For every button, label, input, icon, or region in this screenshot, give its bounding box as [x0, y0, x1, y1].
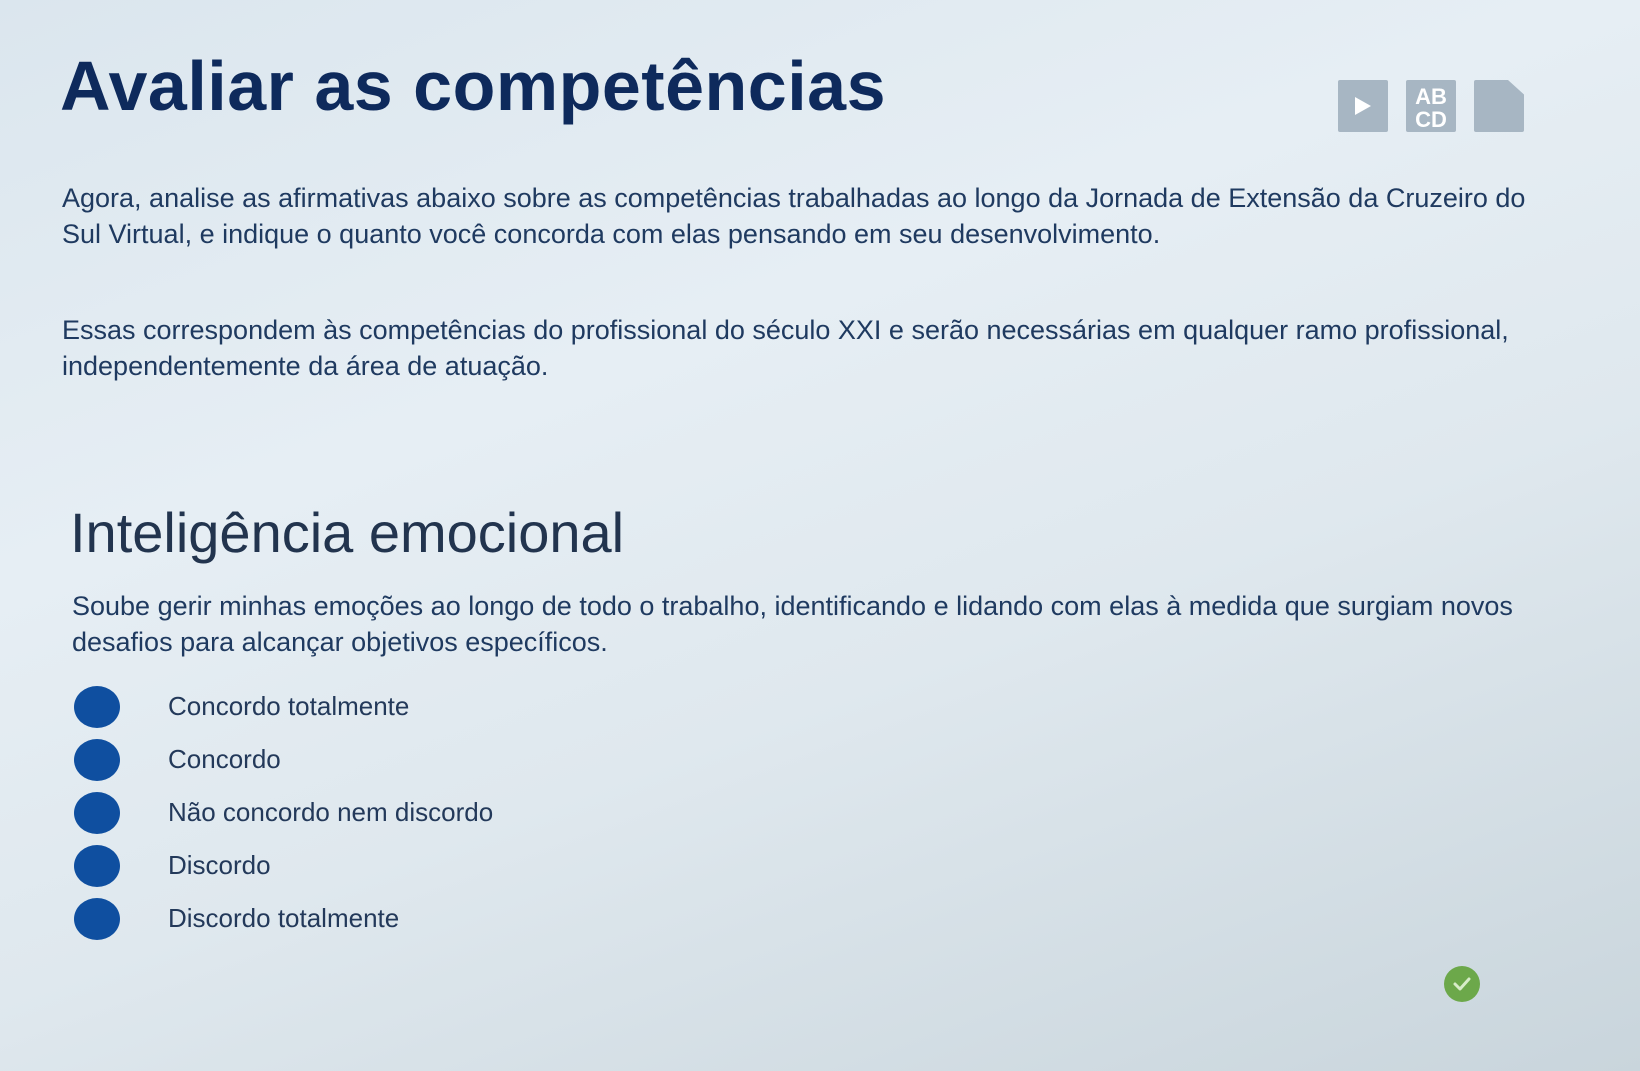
option-label: Não concordo nem discordo — [168, 797, 494, 827]
abcd-line1: AB — [1415, 84, 1447, 109]
answer-options: Concordo totalmente Concordo Não concord… — [74, 680, 493, 945]
check-icon — [1444, 966, 1480, 1002]
play-button[interactable] — [1338, 80, 1388, 132]
option-label: Concordo totalmente — [168, 691, 410, 721]
radio-button[interactable] — [74, 738, 120, 781]
option-discordo-totalmente[interactable]: Discordo totalmente — [74, 892, 493, 945]
intro-paragraph-2: Essas correspondem às competências do pr… — [62, 315, 1509, 381]
question-text: Soube gerir minhas emoções ao longo de t… — [72, 591, 1513, 657]
radio-button[interactable] — [74, 685, 120, 728]
radio-button[interactable] — [74, 844, 120, 887]
radio-button[interactable] — [74, 791, 120, 834]
option-concordo-totalmente[interactable]: Concordo totalmente — [74, 680, 493, 733]
option-concordo[interactable]: Concordo — [74, 733, 493, 786]
option-label: Discordo totalmente — [168, 903, 400, 933]
option-label: Concordo — [168, 744, 281, 774]
abcd-button[interactable]: AB CD — [1406, 80, 1456, 132]
intro-paragraph-1: Agora, analise as afirmativas abaixo sob… — [62, 183, 1526, 249]
option-label: Discordo — [168, 850, 271, 880]
section-title: Inteligência emocional — [70, 501, 625, 564]
toolbar: AB CD — [1338, 80, 1524, 132]
option-neutro[interactable]: Não concordo nem discordo — [74, 786, 493, 839]
document-button[interactable] — [1474, 80, 1524, 132]
option-discordo[interactable]: Discordo — [74, 839, 493, 892]
play-icon — [1355, 97, 1371, 115]
abcd-icon: AB CD — [1415, 84, 1447, 132]
radio-button[interactable] — [74, 897, 120, 940]
page-title: Avaliar as competências — [60, 47, 887, 125]
abcd-line2: CD — [1415, 107, 1447, 132]
assessment-page: Avaliar as competências AB CD Agora, ana… — [0, 0, 1640, 1071]
